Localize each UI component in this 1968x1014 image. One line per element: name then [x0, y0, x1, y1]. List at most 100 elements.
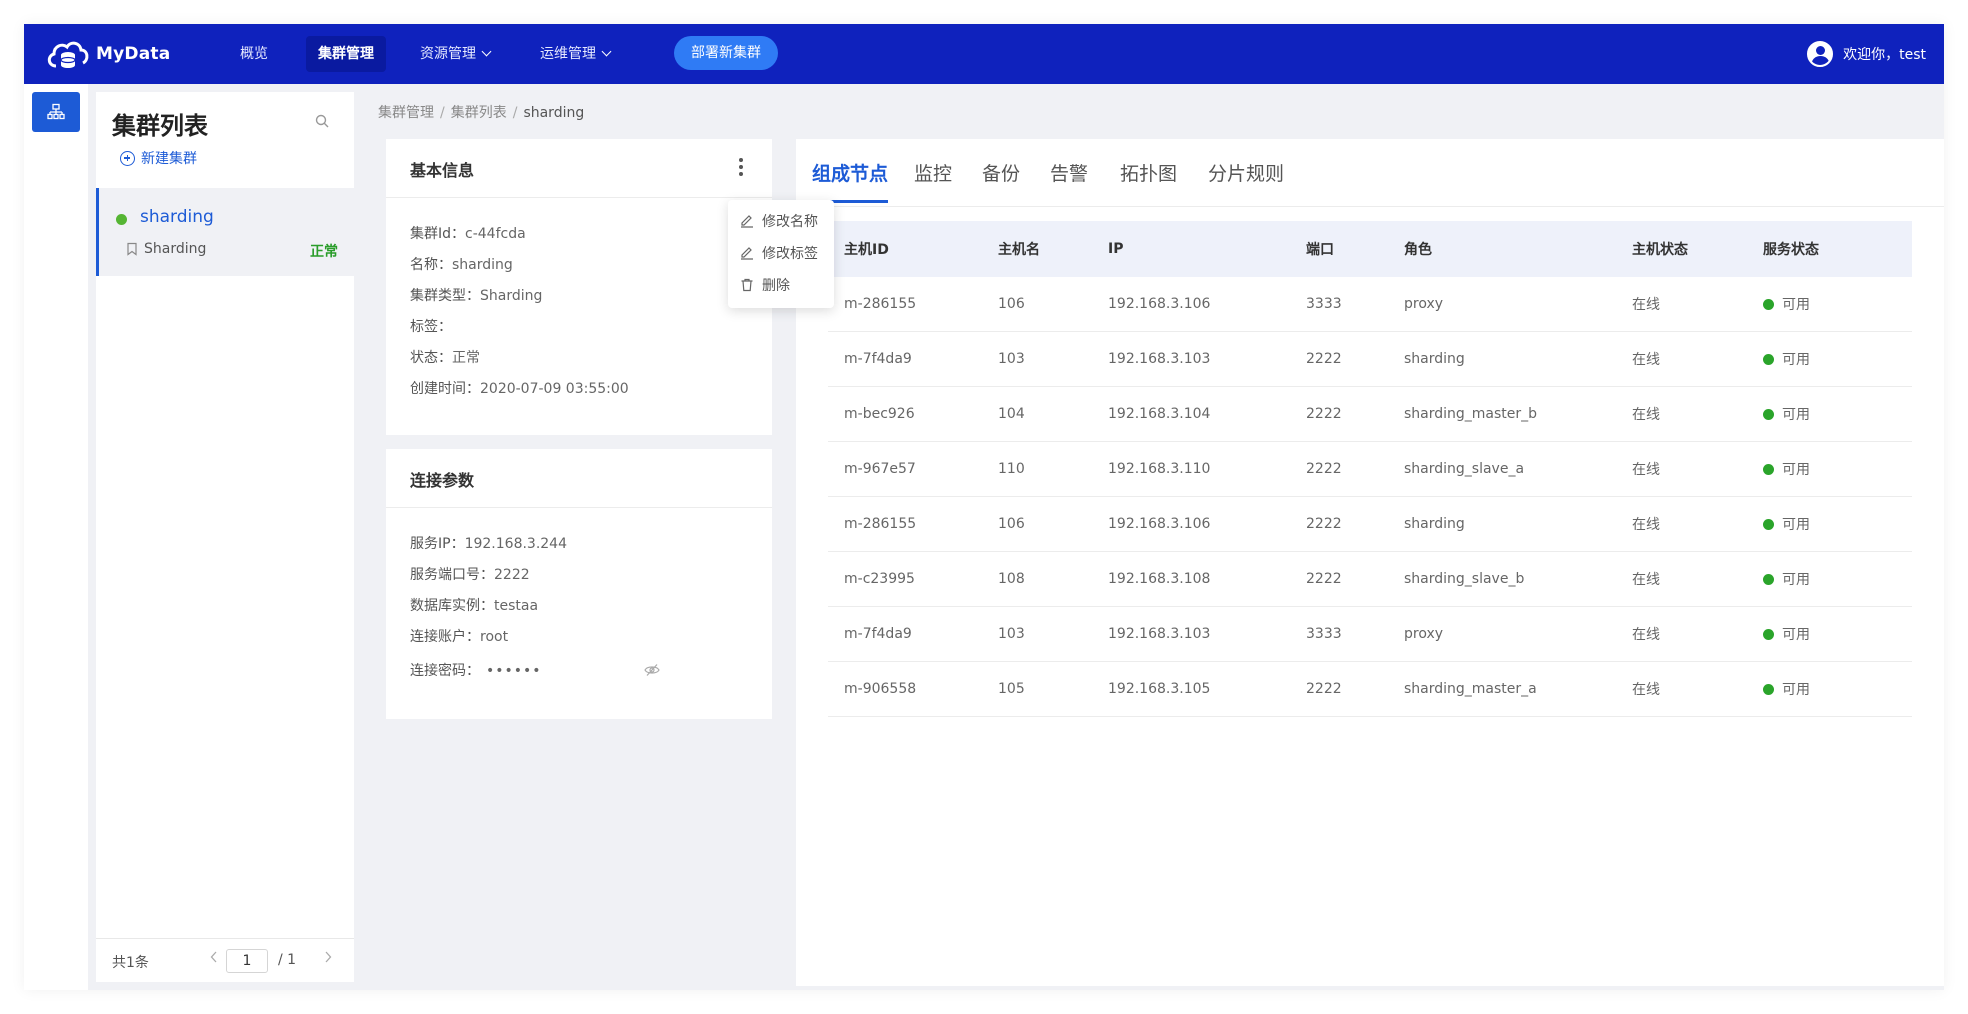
cell-hostname: 105	[998, 681, 1025, 697]
col-hostname: 主机名	[998, 242, 1040, 258]
eye-off-icon[interactable]	[644, 663, 660, 681]
cell-ip: 192.168.3.110	[1108, 461, 1211, 477]
tab-nodes[interactable]: 组成节点	[812, 159, 889, 203]
info-tags: 标签：	[410, 319, 452, 335]
chevron-right-icon[interactable]	[324, 951, 332, 967]
cell-host-status: 在线	[1632, 352, 1660, 368]
cell-host-status: 在线	[1632, 517, 1660, 533]
nav-cluster-management[interactable]: 集群管理	[306, 36, 386, 72]
table-row[interactable]: m-bec926 104 192.168.3.104 2222 sharding_mas…	[828, 387, 1912, 442]
nav-resource-management[interactable]: 资源管理	[408, 36, 502, 72]
col-port: 端口	[1306, 242, 1334, 258]
connection-params-card: 连接参数 服务IP：192.168.3.244 服务端口号：2222 数据库实例…	[386, 449, 772, 719]
table-row[interactable]: m-7f4da9 103 192.168.3.103 3333 proxy 在线 可用	[828, 607, 1912, 662]
table-row[interactable]: m-906558 105 192.168.3.105 2222 sharding_mas…	[828, 662, 1912, 717]
table-row[interactable]: m-7f4da9 103 192.168.3.103 2222 sharding 在线 可用	[828, 332, 1912, 387]
conn-db-instance: 数据库实例：testaa	[410, 598, 539, 614]
cluster-list-panel: 集群列表 新建集群 sharding Sharding 正常 共1条 1 / 1	[96, 92, 354, 982]
cell-service-status: 可用	[1763, 662, 1810, 716]
conn-service-ip: 服务IP：192.168.3.244	[410, 536, 568, 552]
more-vertical-icon[interactable]	[738, 158, 744, 176]
service-status-label: 可用	[1782, 462, 1810, 478]
table-row[interactable]: m-286155 106 192.168.3.106 3333 proxy 在线 可用	[828, 277, 1912, 332]
cell-ip: 192.168.3.106	[1108, 516, 1211, 532]
cell-service-status: 可用	[1763, 607, 1810, 661]
connection-title: 连接参数	[410, 471, 475, 490]
cell-host-id: m-7f4da9	[844, 351, 912, 367]
table-row[interactable]: m-286155 106 192.168.3.106 2222 sharding 在线 可用	[828, 497, 1912, 552]
nav-ops-management[interactable]: 运维管理	[528, 36, 622, 72]
cluster-list-title: 集群列表	[112, 112, 208, 140]
cell-host-status: 在线	[1632, 297, 1660, 313]
col-service-status: 服务状态	[1763, 242, 1819, 258]
cell-role: sharding_master_a	[1404, 681, 1537, 697]
cell-hostname: 104	[998, 406, 1025, 422]
status-dot	[1763, 353, 1774, 365]
tab-shard-rules[interactable]: 分片规则	[1208, 159, 1284, 203]
menu-delete[interactable]: 删除	[740, 274, 790, 296]
cluster-nav-button[interactable]	[32, 92, 80, 132]
cluster-list-item[interactable]: sharding Sharding 正常	[96, 188, 354, 276]
col-ip: IP	[1108, 241, 1124, 257]
status-dot	[1763, 298, 1774, 310]
cluster-tag: Sharding	[126, 241, 206, 257]
nav-ops-label: 运维管理	[540, 46, 596, 62]
user-menu[interactable]: 欢迎你，test	[1807, 38, 1926, 70]
new-cluster-button[interactable]: 新建集群	[120, 148, 197, 168]
nav-overview[interactable]: 概览	[228, 36, 280, 72]
page-input[interactable]: 1	[226, 949, 268, 973]
cell-host-status: 在线	[1632, 572, 1660, 588]
cell-ip: 192.168.3.104	[1108, 406, 1211, 422]
menu-rename[interactable]: 修改名称	[740, 210, 818, 232]
search-icon[interactable]	[315, 114, 329, 132]
tab-topology[interactable]: 拓扑图	[1120, 159, 1177, 203]
cell-port: 2222	[1306, 461, 1342, 477]
cluster-status-badge: 正常	[310, 244, 338, 260]
conn-service-port: 服务端口号：2222	[410, 567, 530, 583]
breadcrumb-cluster-management[interactable]: 集群管理	[378, 105, 434, 121]
cell-hostname: 106	[998, 516, 1025, 532]
cell-host-status: 在线	[1632, 682, 1660, 698]
top-nav-bar: MyData 概览 集群管理 资源管理 运维管理 部署新集群 欢迎你，test	[24, 24, 1944, 84]
cell-ip: 192.168.3.103	[1108, 351, 1211, 367]
trash-icon	[741, 278, 753, 292]
password-field: ••••••	[486, 663, 542, 679]
edit-icon	[741, 215, 753, 228]
info-cluster-type: 集群类型：Sharding	[410, 288, 543, 304]
status-dot	[1763, 463, 1774, 475]
brand-logo[interactable]: MyData	[46, 36, 170, 72]
info-cluster-id: 集群Id：c-44fcda	[410, 226, 526, 242]
cell-port: 2222	[1306, 681, 1342, 697]
status-dot	[1763, 518, 1774, 530]
breadcrumb-cluster-list[interactable]: 集群列表	[451, 105, 507, 121]
service-status-label: 可用	[1782, 682, 1810, 698]
basic-info-card: 基本信息 集群Id：c-44fcda 名称：sharding 集群类型：Shar…	[386, 139, 772, 435]
cell-service-status: 可用	[1763, 387, 1810, 441]
table-row[interactable]: m-967e57 110 192.168.3.110 2222 sharding_sla…	[828, 442, 1912, 497]
table-header: 主机ID 主机名 IP 端口 角色 主机状态 服务状态	[828, 221, 1912, 277]
service-status-label: 可用	[1782, 407, 1810, 423]
tab-monitor[interactable]: 监控	[914, 159, 952, 203]
deploy-new-cluster-button[interactable]: 部署新集群	[674, 36, 778, 70]
edit-icon	[741, 247, 753, 260]
cell-ip: 192.168.3.108	[1108, 571, 1211, 587]
status-dot	[116, 214, 127, 225]
user-greeting: 欢迎你，test	[1843, 47, 1926, 63]
cell-ip: 192.168.3.106	[1108, 296, 1211, 312]
service-status-label: 可用	[1782, 572, 1810, 588]
chevron-left-icon[interactable]	[210, 951, 218, 967]
tab-backup[interactable]: 备份	[982, 159, 1020, 203]
menu-edit-tags[interactable]: 修改标签	[740, 242, 818, 264]
status-dot	[1763, 408, 1774, 420]
info-name: 名称：sharding	[410, 257, 513, 273]
table-row[interactable]: m-c23995 108 192.168.3.108 2222 sharding_sla…	[828, 552, 1912, 607]
tab-alerts[interactable]: 告警	[1050, 159, 1088, 203]
cell-host-id: m-7f4da9	[844, 626, 912, 642]
new-cluster-label: 新建集群	[141, 151, 197, 167]
basic-info-title: 基本信息	[410, 161, 475, 180]
cell-role: proxy	[1404, 296, 1444, 312]
info-created-time: 创建时间：2020-07-09 03:55:00	[410, 381, 629, 397]
col-host-status: 主机状态	[1632, 242, 1688, 258]
chevron-down-icon	[601, 46, 612, 57]
cell-host-id: m-bec926	[844, 406, 915, 422]
